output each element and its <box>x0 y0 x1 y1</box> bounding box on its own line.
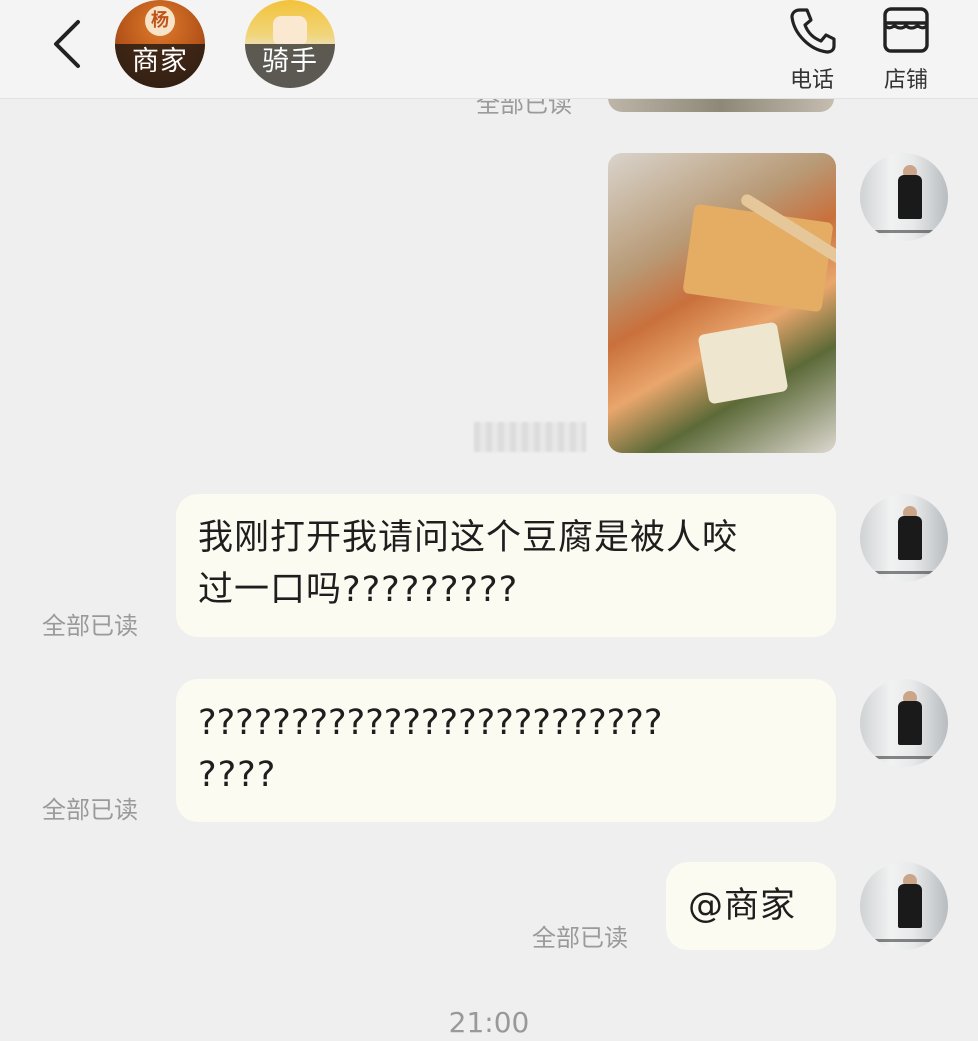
message-line: ????????????????????????? <box>198 703 663 743</box>
message-bubble[interactable]: @商家 <box>666 862 836 950</box>
merchant-chip-label: 商家 <box>132 46 188 77</box>
merchant-chip[interactable]: 杨 商家 <box>115 0 205 88</box>
message-bubble[interactable]: 我刚打开我请问这个豆腐是被人咬 过一口吗????????? <box>176 494 836 637</box>
message-bubble[interactable]: ????????????????????????? ???? <box>176 679 836 822</box>
message-line: @商家 <box>688 886 797 926</box>
phone-icon <box>790 8 836 54</box>
read-status: 全部已读 <box>42 796 138 824</box>
message-line: 过一口吗????????? <box>198 570 519 610</box>
user-avatar[interactable] <box>860 862 948 950</box>
avatar-floor <box>860 756 948 759</box>
food-photo-message[interactable] <box>608 153 836 453</box>
avatar-floor <box>860 230 948 233</box>
user-avatar[interactable] <box>860 153 948 241</box>
timestamp: 21:00 <box>448 1006 530 1039</box>
store-button[interactable]: 店铺 <box>876 4 936 94</box>
rider-chip-label: 骑手 <box>262 46 318 77</box>
blurred-read-status <box>474 422 586 452</box>
merchant-logo-icon: 杨 <box>145 6 175 36</box>
phone-label: 电话 <box>789 68 834 93</box>
avatar-figure <box>898 701 922 745</box>
avatar-figure <box>898 884 922 928</box>
message-line: 我刚打开我请问这个豆腐是被人咬 <box>198 518 739 558</box>
store-label: 店铺 <box>883 68 928 93</box>
message-line: ???? <box>198 755 277 795</box>
store-icon <box>883 7 929 53</box>
tofu-shape <box>682 203 834 313</box>
chat-area: 全部已读 我刚打开我请问这个豆腐是被人咬 过一口吗????????? 全部已读 … <box>0 0 978 1041</box>
user-avatar[interactable] <box>860 494 948 582</box>
avatar-figure <box>898 175 922 219</box>
chat-header: 杨 商家 骑手 电话 店铺 <box>0 0 978 99</box>
rider-chip[interactable]: 骑手 <box>245 0 335 88</box>
radish-shape <box>697 321 789 405</box>
read-status: 全部已读 <box>42 612 138 640</box>
avatar-floor <box>860 939 948 942</box>
phone-button[interactable]: 电话 <box>782 4 842 94</box>
back-arrow-icon[interactable] <box>48 18 88 70</box>
avatar-floor <box>860 571 948 574</box>
user-avatar[interactable] <box>860 679 948 767</box>
read-status: 全部已读 <box>532 924 628 952</box>
avatar-figure <box>898 516 922 560</box>
